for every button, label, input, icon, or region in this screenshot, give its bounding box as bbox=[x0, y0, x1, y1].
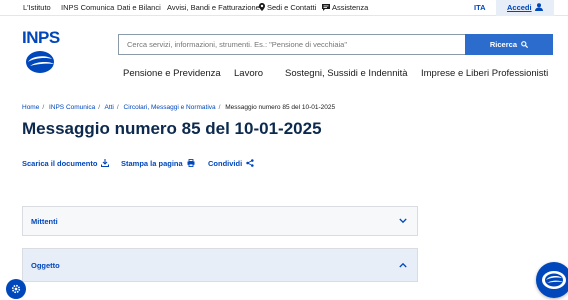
printer-icon bbox=[187, 159, 195, 167]
inps-logo[interactable]: INPS bbox=[22, 29, 62, 79]
nav-item-lavoro[interactable]: Lavoro bbox=[234, 68, 263, 79]
search-input[interactable] bbox=[118, 34, 466, 55]
download-icon bbox=[101, 159, 110, 168]
search-button[interactable]: Ricerca bbox=[465, 34, 553, 55]
share-link[interactable]: Condividi bbox=[208, 159, 254, 168]
topbar-link-istituto[interactable]: L'Istituto bbox=[23, 3, 51, 12]
topbar-link-dati-bilanci[interactable]: Dati e Bilanci bbox=[117, 3, 161, 12]
login-label: Accedi bbox=[507, 3, 532, 12]
breadcrumb-home[interactable]: Home bbox=[22, 104, 39, 111]
breadcrumb-current: Messaggio numero 85 del 10-01-2025 bbox=[225, 104, 336, 111]
nav-item-imprese[interactable]: Imprese e Liberi Professionisti bbox=[421, 68, 548, 79]
search-button-label: Ricerca bbox=[489, 40, 517, 50]
breadcrumb-atti[interactable]: Atti bbox=[104, 104, 113, 111]
language-selector[interactable]: ITA bbox=[474, 3, 486, 12]
breadcrumb-separator: / bbox=[98, 104, 101, 111]
topbar-link-avvisi-bandi[interactable]: Avvisi, Bandi e Fatturazione bbox=[167, 3, 260, 12]
login-button[interactable]: Accedi bbox=[496, 0, 554, 16]
accessibility-settings-button[interactable] bbox=[6, 279, 26, 299]
logo-swoosh-icon bbox=[26, 51, 54, 73]
breadcrumb-separator: / bbox=[42, 104, 45, 111]
chat-bubble-icon bbox=[322, 4, 330, 11]
breadcrumb-inps-comunica[interactable]: INPS Comunica bbox=[49, 104, 95, 111]
page-title: Messaggio numero 85 del 10-01-2025 bbox=[22, 119, 322, 138]
download-label: Scarica il documento bbox=[22, 159, 98, 168]
nav-item-pensione[interactable]: Pensione e Previdenza bbox=[123, 68, 221, 79]
topbar-link-inps-comunica[interactable]: INPS Comunica bbox=[61, 3, 114, 12]
share-label: Condividi bbox=[208, 159, 243, 168]
accordion-mittenti-label: Mittenti bbox=[31, 217, 58, 226]
user-icon bbox=[535, 3, 543, 11]
breadcrumb-circolari[interactable]: Circolari, Messaggi e Normativa bbox=[124, 104, 216, 111]
print-label: Stampa la pagina bbox=[121, 159, 183, 168]
accordion-mittenti[interactable]: Mittenti bbox=[22, 206, 418, 236]
chevron-up-icon bbox=[399, 262, 407, 268]
share-icon bbox=[246, 159, 254, 167]
chevron-down-icon bbox=[399, 218, 407, 224]
accordion-oggetto-label: Oggetto bbox=[31, 261, 60, 270]
chat-assistant-icon bbox=[542, 271, 566, 289]
topbar-link-sedi-contatti[interactable]: Sedi e Contatti bbox=[259, 3, 316, 12]
map-pin-icon bbox=[259, 3, 265, 11]
accordion-oggetto[interactable]: Oggetto bbox=[22, 248, 418, 282]
breadcrumb: Home / INPS Comunica / Atti / Circolari, Me… bbox=[22, 104, 335, 111]
topbar-link-assistenza[interactable]: Assistenza bbox=[322, 3, 368, 12]
search-icon bbox=[521, 40, 529, 48]
download-document-link[interactable]: Scarica il documento bbox=[22, 159, 110, 168]
nav-item-sostegni[interactable]: Sostegni, Sussidi e Indennità bbox=[285, 68, 408, 79]
top-bar: L'Istituto INPS Comunica Dati e Bilanci … bbox=[0, 0, 568, 16]
gear-icon bbox=[11, 284, 21, 294]
breadcrumb-separator: / bbox=[116, 104, 119, 111]
breadcrumb-separator: / bbox=[218, 104, 221, 111]
topbar-link-sedi-label: Sedi e Contatti bbox=[267, 3, 317, 12]
chat-assistant-button[interactable] bbox=[536, 262, 568, 298]
print-page-link[interactable]: Stampa la pagina bbox=[121, 159, 195, 168]
topbar-link-assistenza-label: Assistenza bbox=[332, 3, 369, 12]
logo-text: INPS bbox=[22, 28, 60, 47]
